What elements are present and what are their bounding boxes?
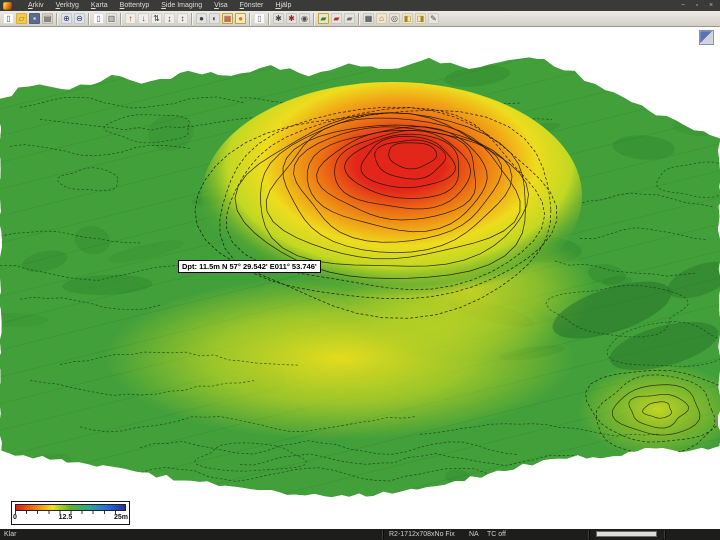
close-button-icon[interactable]: × [707,0,715,11]
window-controls: − ▫ × [679,0,715,11]
stretch-depth-icon[interactable]: ↕ [177,13,188,24]
toolbar-separator [313,13,315,25]
map-canvas[interactable] [0,28,720,529]
menu-item-visa[interactable]: Visa [208,0,234,11]
sidescan-gray-icon[interactable]: ▰ [344,13,355,24]
view-3d-icon[interactable]: ● [235,13,246,24]
status-na-text: NA [469,529,479,540]
save-icon[interactable]: ▪ [29,13,40,24]
adjust-level-icon[interactable]: ↨ [164,13,175,24]
swap-depth-icon[interactable]: ⇅ [151,13,162,24]
toolbar-separator [120,13,122,25]
map-2d-view-icon[interactable]: ▦ [222,13,233,24]
status-record-text: R2-1712x708xNo Fix [389,529,455,540]
new-document-icon[interactable]: ▯ [3,13,14,24]
toolbar-separator [358,13,360,25]
zoom-in-icon[interactable]: ⊕ [61,13,72,24]
print-icon[interactable]: ▤ [42,13,53,24]
menu-item-karta[interactable]: Karta [85,0,114,11]
application-window: ArkivVerktygKartaBottentypSide ImagingVi… [0,0,720,540]
menu-item-bottentyp[interactable]: Bottentyp [114,0,156,11]
zoom-out-icon[interactable]: ⊖ [74,13,85,24]
record-settings-icon[interactable]: ✱ [286,13,297,24]
toolbar-separator [88,13,90,25]
sidescan-green-icon[interactable]: ▰ [318,13,329,24]
grid-table-icon[interactable]: ▦ [363,13,374,24]
status-progress-indicator [596,531,657,537]
legend-mid-label: 12.5 [59,514,73,522]
minimize-button-icon[interactable]: − [679,0,687,11]
menu-item-f-nster[interactable]: Fönster [234,0,270,11]
sphere-view-icon[interactable]: ◐ [209,13,220,24]
menu-items: ArkivVerktygKartaBottentypSide ImagingVi… [22,0,297,11]
report-document-icon[interactable]: ▯ [93,13,104,24]
export-disc-icon[interactable]: ◎ [389,13,400,24]
menu-bar: ArkivVerktygKartaBottentypSide ImagingVi… [0,0,720,11]
toolbar-separator [56,13,58,25]
bathymetry-3d-terrain[interactable] [0,28,720,529]
depth-position-tooltip: Dpt: 11.5m N 57° 29.542' E011° 53.746' [178,260,321,273]
globe-3d-icon[interactable]: ● [196,13,207,24]
toolbar-separator [191,13,193,25]
status-ready-text: Klar [4,529,16,540]
open-folder-icon[interactable]: ▱ [16,13,27,24]
toolbar: ▯▱▪▤⊕⊖▯▥↑↓⇅↨↕●◐▦●▯✱✱◉▰▰▰▦⌂◎◧◨✎ [0,11,720,27]
edit-pencil-icon[interactable]: ✎ [428,13,439,24]
sidescan-red-icon[interactable]: ▰ [331,13,342,24]
legend-max-label: 25m [114,514,128,522]
depth-chart-icon[interactable]: ▥ [106,13,117,24]
navigation-widget-icon[interactable] [699,30,714,45]
menu-item-verktyg[interactable]: Verktyg [50,0,85,11]
tool-left-icon[interactable]: ◧ [402,13,413,24]
status-tc-text: TC off [487,529,506,540]
menu-item-hj-lp[interactable]: Hjälp [269,0,297,11]
tool-right-icon[interactable]: ◨ [415,13,426,24]
depth-gradient-bar [15,504,126,511]
shift-depth-down-icon[interactable]: ↓ [138,13,149,24]
toolbar-separator [249,13,251,25]
menu-item-arkiv[interactable]: Arkiv [22,0,50,11]
shift-depth-up-icon[interactable]: ↑ [125,13,136,24]
home-position-icon[interactable]: ⌂ [376,13,387,24]
toolbar-separator [268,13,270,25]
depth-scale-legend: 0 12.5 25m [11,501,130,525]
sonar-disc-icon[interactable]: ◉ [299,13,310,24]
app-icon[interactable] [3,2,12,10]
restore-button-icon[interactable]: ▫ [693,0,701,11]
menu-item-side-imaging[interactable]: Side Imaging [155,0,208,11]
legend-min-label: 0 [13,514,17,522]
settings-gear-icon[interactable]: ✱ [273,13,284,24]
blank-page-icon[interactable]: ▯ [254,13,265,24]
status-bar: Klar R2-1712x708xNo Fix NA TC off [0,529,720,540]
